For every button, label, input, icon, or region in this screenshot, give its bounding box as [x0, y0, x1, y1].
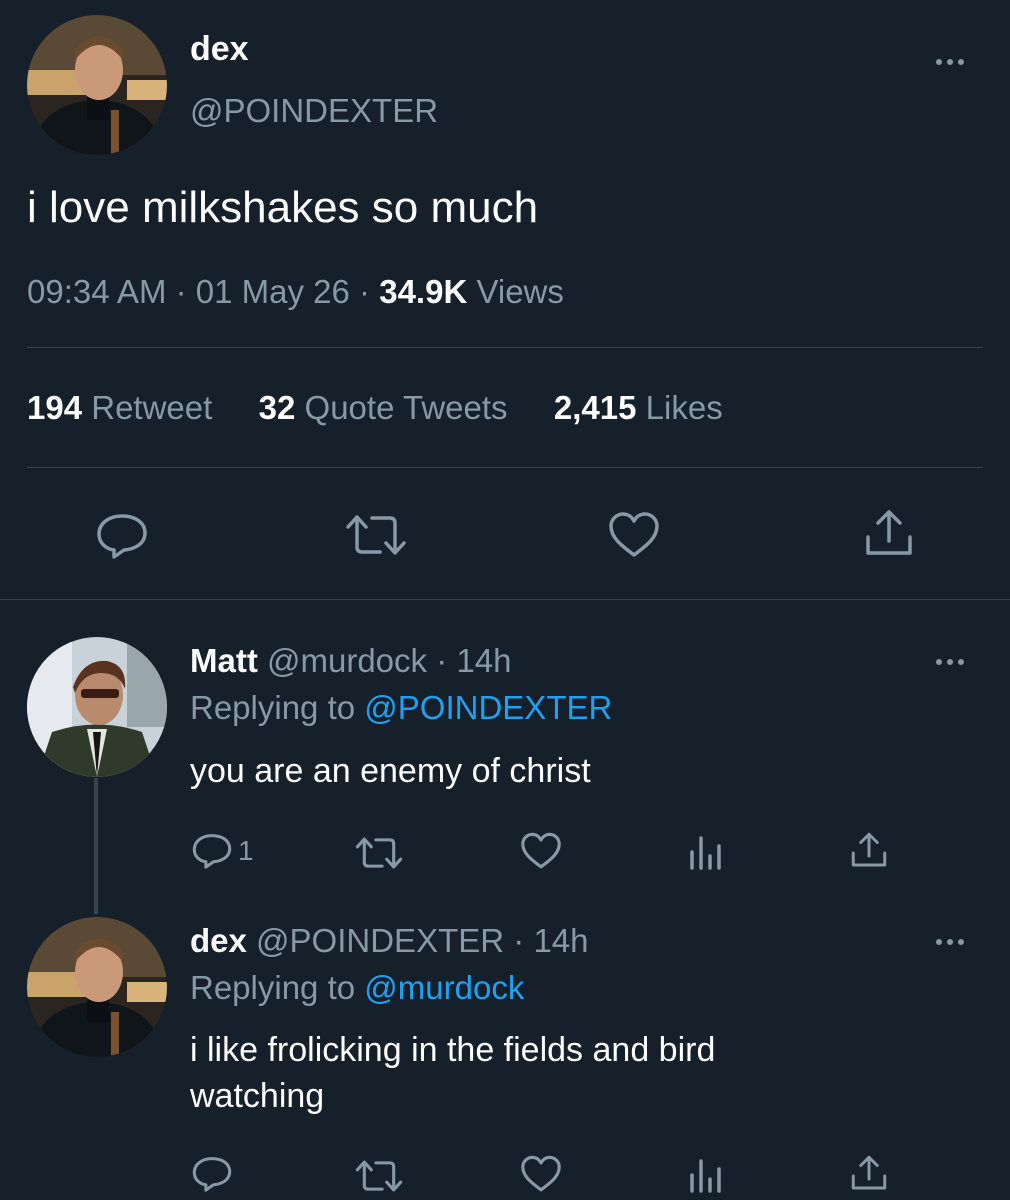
retweet-icon[interactable]	[354, 1159, 404, 1193]
reply-age[interactable]: 14h	[533, 922, 588, 959]
reply-handle[interactable]: @POINDEXTER	[256, 922, 504, 959]
reply-text: you are an enemy of christ	[190, 752, 591, 790]
quote-count: 32	[258, 389, 296, 426]
reply-handle[interactable]: @murdock	[267, 642, 427, 679]
reply-text-line: watching	[190, 1077, 325, 1115]
tweet-date: 01 May 26	[195, 273, 350, 310]
replying-to-prefix: Replying to	[190, 689, 356, 726]
like-icon[interactable]	[520, 1155, 562, 1193]
replying-to-prefix: Replying to	[190, 969, 356, 1006]
reply-icon	[192, 832, 232, 870]
more-options-icon[interactable]	[936, 656, 964, 668]
header-separator: ·	[513, 922, 525, 959]
retweet-icon[interactable]	[344, 513, 408, 557]
views-count: 34.9K	[379, 273, 468, 310]
tweet-meta: 09:34 AM · 01 May 26 · 34.9K Views	[27, 272, 564, 312]
retweet-count: 194	[27, 389, 83, 426]
tweet-stats: 194 Retweet 32 Quote Tweets 2,415 Likes	[27, 388, 723, 428]
author-handle[interactable]: @POINDEXTER	[190, 92, 438, 130]
author-avatar[interactable]	[27, 15, 167, 155]
meta-separator: ·	[175, 273, 187, 310]
reply-display-name[interactable]: Matt	[190, 642, 258, 679]
share-icon[interactable]	[850, 832, 888, 868]
retweets-stat[interactable]: 194 Retweet	[27, 389, 221, 426]
share-icon[interactable]	[850, 1155, 888, 1191]
reply-icon[interactable]	[96, 512, 148, 560]
like-count: 2,415	[553, 389, 637, 426]
analytics-icon[interactable]	[688, 834, 724, 870]
replying-to: Replying to @POINDEXTER	[190, 688, 612, 728]
reply-age[interactable]: 14h	[456, 642, 511, 679]
like-icon[interactable]	[608, 511, 660, 559]
tweet-time: 09:34 AM	[27, 273, 167, 310]
reply-action[interactable]: 1	[192, 832, 254, 870]
reply-header: dex @POINDEXTER · 14h	[190, 921, 589, 961]
reply-header: Matt @murdock · 14h	[190, 641, 511, 681]
likes-stat[interactable]: 2,415 Likes	[554, 389, 723, 426]
reply-display-name[interactable]: dex	[190, 922, 247, 959]
more-options-icon[interactable]	[936, 56, 964, 68]
divider	[0, 599, 1010, 600]
retweet-icon[interactable]	[354, 836, 404, 870]
reply-count: 1	[238, 835, 254, 866]
header-separator: ·	[436, 642, 448, 679]
quotes-stat[interactable]: 32 Quote Tweets	[259, 389, 517, 426]
replying-to: Replying to @murdock	[190, 968, 524, 1008]
analytics-icon[interactable]	[688, 1157, 724, 1193]
retweet-label: Retweet	[91, 389, 213, 426]
tweet-text: i love milkshakes so much	[27, 183, 539, 232]
replying-to-handle[interactable]: @murdock	[364, 969, 524, 1006]
reply-avatar[interactable]	[27, 637, 167, 777]
like-label: Likes	[645, 389, 723, 426]
divider	[27, 467, 983, 468]
author-display-name[interactable]: dex	[190, 30, 249, 68]
more-options-icon[interactable]	[936, 936, 964, 948]
reply-icon[interactable]	[192, 1155, 232, 1193]
meta-separator: ·	[359, 273, 371, 310]
views-label: Views	[476, 273, 564, 310]
quote-label: Quote Tweets	[304, 389, 508, 426]
share-icon[interactable]	[864, 509, 914, 557]
divider	[27, 347, 983, 348]
reply-text-line: i like frolicking in the fields and bird	[190, 1031, 716, 1069]
like-icon[interactable]	[520, 832, 562, 870]
thread-line	[94, 778, 98, 914]
reply-avatar[interactable]	[27, 917, 167, 1057]
replying-to-handle[interactable]: @POINDEXTER	[364, 689, 612, 726]
